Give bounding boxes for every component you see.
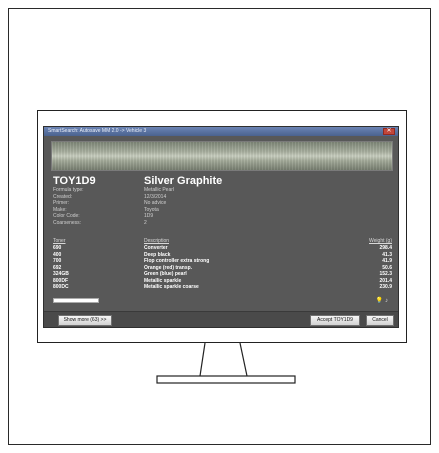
- stand-base: [156, 375, 296, 384]
- stand-neck-right: [239, 342, 248, 377]
- stand-neck-left: [199, 342, 206, 377]
- monitor-stand: [156, 342, 296, 384]
